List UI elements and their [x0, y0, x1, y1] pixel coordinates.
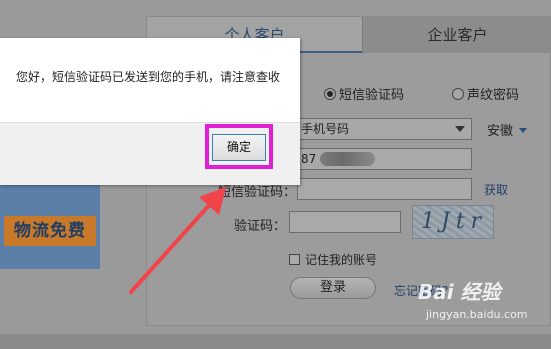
login-button[interactable]: 登录 [290, 277, 376, 299]
id-type-select[interactable]: 手机号码 [297, 118, 472, 140]
radio-sms-code[interactable]: 短信验证码 [324, 84, 404, 103]
get-code-link[interactable]: 获取 [484, 181, 508, 198]
phone-input[interactable]: 87 [297, 148, 472, 170]
radio-voice-password[interactable]: 声纹密码 [452, 84, 519, 103]
province-value: 安徽 [487, 124, 514, 139]
promo-badge: 物流免费 [4, 216, 96, 246]
checkbox-icon [289, 254, 300, 265]
footer-strip [0, 334, 551, 349]
captcha-label: 验证码： [233, 219, 286, 234]
sms-code-input[interactable] [297, 178, 472, 200]
radio-sms-label: 短信验证码 [339, 88, 405, 103]
ok-button[interactable]: 确定 [212, 134, 266, 161]
province-select[interactable]: 安徽 [487, 120, 528, 139]
blurred-phone-mask [320, 152, 375, 166]
remember-account-checkbox[interactable]: 记住我的账号 [289, 251, 377, 268]
watermark: Bai 经验 jingyan.baidu.com [418, 272, 548, 332]
chevron-down-icon [519, 128, 528, 133]
radio-voice-label: 声纹密码 [467, 88, 520, 103]
remember-label: 记住我的账号 [305, 253, 378, 267]
tab-business[interactable]: 企业客户 [362, 17, 551, 53]
watermark-brand: Bai 经验 [418, 280, 501, 304]
chevron-down-icon [455, 126, 465, 132]
radio-selected-icon [324, 88, 336, 100]
id-type-value: 手机号码 [301, 122, 350, 136]
phone-value: 87 [301, 152, 317, 166]
captcha-input[interactable] [289, 211, 401, 233]
dialog-message: 您好，短信验证码已发送到您的手机，请注意查收 [16, 70, 281, 84]
captcha-image[interactable]: 1Jtr [412, 205, 494, 239]
watermark-url: jingyan.baidu.com [426, 308, 528, 321]
radio-unselected-icon [452, 88, 464, 100]
